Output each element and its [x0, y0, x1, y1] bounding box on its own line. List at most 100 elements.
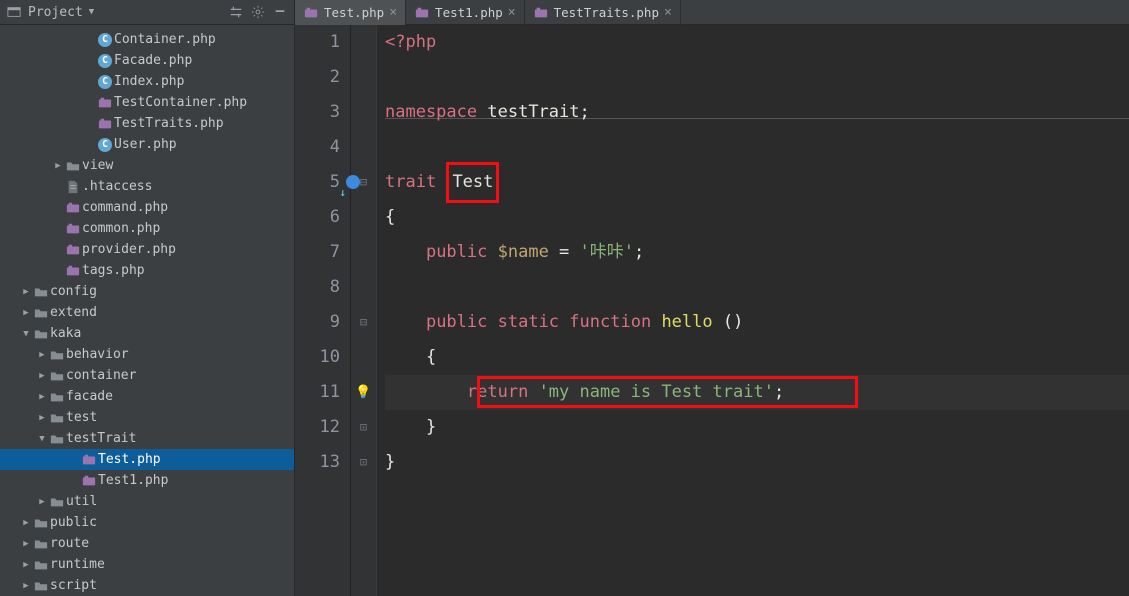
tree-twisty-icon[interactable]: ▶ — [36, 371, 48, 381]
tree-folder[interactable]: ▶test — [0, 407, 294, 428]
hide-icon[interactable] — [272, 4, 288, 20]
code-line-current: return 'my name is Test trait'; — [385, 375, 1129, 410]
folder-icon — [48, 390, 66, 404]
tree-folder[interactable]: ▶public — [0, 512, 294, 533]
code-line: { — [385, 200, 1129, 235]
tree-folder[interactable]: ▶util — [0, 491, 294, 512]
tree-item-label: script — [50, 578, 97, 593]
tree-twisty-icon[interactable]: ▶ — [20, 560, 32, 570]
tree-item-label: TestContainer.php — [114, 95, 247, 110]
top-toolbar: Project ▼ Test.php×Test1.php×TestTraits.… — [0, 0, 1129, 25]
close-icon[interactable]: × — [664, 5, 672, 20]
tree-folder[interactable]: ▶ config — [0, 281, 294, 302]
tree-twisty-icon[interactable]: ▶ — [20, 308, 32, 318]
php-file-icon — [303, 5, 319, 21]
tree-file[interactable]: TestTraits.php — [0, 113, 294, 134]
folder-icon — [48, 369, 66, 383]
fold-end-icon[interactable]: ⊡ — [360, 410, 367, 445]
tab-label: Test1.php — [435, 5, 503, 20]
tree-folder[interactable]: ▶behavior — [0, 344, 294, 365]
tree-twisty-icon[interactable]: ▶ — [20, 287, 32, 297]
tree-file[interactable]: .htaccess — [0, 176, 294, 197]
tree-twisty-icon[interactable]: ▶ — [36, 497, 48, 507]
tree-twisty-icon[interactable]: ▼ — [36, 434, 48, 444]
gear-icon[interactable] — [250, 4, 266, 20]
code-line: public static function hello () — [385, 305, 1129, 340]
tree-file[interactable]: Test1.php — [0, 470, 294, 491]
code-line: } — [385, 410, 1129, 445]
folder-icon — [48, 432, 66, 446]
class-file-icon: C — [96, 138, 114, 152]
tree-folder[interactable]: ▶ extend — [0, 302, 294, 323]
tree-file[interactable]: CUser.php — [0, 134, 294, 155]
tree-folder[interactable]: ▶ route — [0, 533, 294, 554]
tree-item-label: config — [50, 284, 97, 299]
tree-item-label: runtime — [50, 557, 105, 572]
tree-file[interactable]: command.php — [0, 197, 294, 218]
tree-twisty-icon[interactable]: ▶ — [20, 581, 32, 591]
tree-file[interactable]: CIndex.php — [0, 71, 294, 92]
folder-icon — [32, 537, 50, 551]
class-file-icon: C — [96, 75, 114, 89]
tree-twisty-icon[interactable]: ▶ — [20, 518, 32, 528]
code-line: } — [385, 445, 1129, 480]
tree-folder[interactable]: ▶ runtime — [0, 554, 294, 575]
close-icon[interactable]: × — [508, 5, 516, 20]
tree-item-label: route — [50, 536, 89, 551]
gutter-fold[interactable]: ⊟⊟💡⊡⊡ — [351, 25, 377, 596]
tree-item-label: .htaccess — [82, 179, 152, 194]
tree-item-label: container — [66, 368, 136, 383]
code-line — [385, 270, 1129, 305]
tree-twisty-icon[interactable]: ▶ — [52, 161, 64, 171]
tree-folder[interactable]: ▶facade — [0, 386, 294, 407]
collapse-icon[interactable] — [228, 4, 244, 20]
code-area[interactable]: <?php namespace testTrait; trait Test { … — [377, 25, 1129, 596]
editor-tab[interactable]: TestTraits.php × — [525, 0, 681, 25]
project-icon — [6, 4, 22, 20]
fold-start-icon[interactable]: ⊟ — [360, 305, 367, 340]
tree-file[interactable]: TestContainer.php — [0, 92, 294, 113]
gutter-line-numbers: 12345↓678910111213 — [295, 25, 351, 596]
tree-twisty-icon[interactable]: ▶ — [36, 350, 48, 360]
project-panel-header[interactable]: Project ▼ — [0, 0, 295, 24]
php-file-icon — [64, 264, 82, 278]
tree-file[interactable]: CContainer.php — [0, 29, 294, 50]
php-file-icon — [80, 453, 98, 467]
editor-tabs: Test.php× Test1.php × TestTraits.php × — [295, 0, 681, 24]
tree-file[interactable]: Test.php — [0, 449, 294, 470]
tree-item-label: tags.php — [82, 263, 145, 278]
tree-twisty-icon[interactable]: ▶ — [36, 413, 48, 423]
tree-file[interactable]: tags.php — [0, 260, 294, 281]
editor-tab[interactable]: Test1.php × — [406, 0, 525, 25]
tree-item-label: command.php — [82, 200, 168, 215]
tree-file[interactable]: common.php — [0, 218, 294, 239]
tree-folder[interactable]: ▶ container — [0, 365, 294, 386]
tree-twisty-icon[interactable]: ▶ — [36, 392, 48, 402]
tree-item-label: Test.php — [98, 452, 161, 467]
tree-twisty-icon[interactable]: ▼ — [20, 329, 32, 339]
tree-file[interactable]: provider.php — [0, 239, 294, 260]
tree-twisty-icon[interactable]: ▶ — [20, 539, 32, 549]
tree-file[interactable]: CFacade.php — [0, 50, 294, 71]
php-file-icon — [533, 5, 549, 21]
override-gutter-icon[interactable] — [346, 175, 360, 189]
dropdown-icon[interactable]: ▼ — [89, 7, 94, 17]
close-icon[interactable]: × — [389, 5, 397, 20]
fold-end-icon[interactable]: ⊡ — [360, 445, 367, 480]
fold-start-icon[interactable]: ⊟ — [360, 165, 367, 200]
intention-bulb-icon[interactable]: 💡 — [355, 375, 371, 410]
folder-icon — [48, 411, 66, 425]
folder-icon — [32, 285, 50, 299]
class-file-icon: C — [96, 33, 114, 47]
project-tree[interactable]: CContainer.phpCFacade.phpCIndex.php TestC… — [0, 25, 295, 596]
tree-item-label: extend — [50, 305, 97, 320]
code-editor[interactable]: 12345↓678910111213 ⊟⊟💡⊡⊡ <?php namespace… — [295, 25, 1129, 596]
tree-folder[interactable]: ▶view — [0, 155, 294, 176]
file-icon — [64, 180, 82, 194]
tab-label: TestTraits.php — [554, 5, 659, 20]
tree-folder[interactable]: ▶ script — [0, 575, 294, 596]
editor-tab[interactable]: Test.php× — [295, 0, 406, 25]
tree-folder[interactable]: ▼testTrait — [0, 428, 294, 449]
tree-folder[interactable]: ▼kaka — [0, 323, 294, 344]
highlight-box-trait-name: Test — [446, 162, 499, 203]
